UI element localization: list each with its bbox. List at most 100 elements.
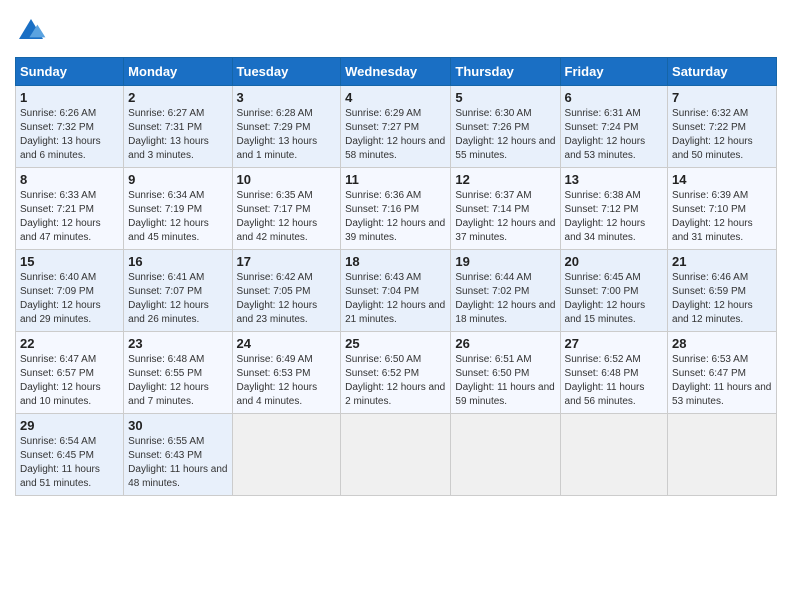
- day-number: 30: [128, 418, 227, 433]
- calendar-week-1: 1 Sunrise: 6:26 AM Sunset: 7:32 PM Dayli…: [16, 86, 777, 168]
- calendar-cell: 8 Sunrise: 6:33 AM Sunset: 7:21 PM Dayli…: [16, 168, 124, 250]
- day-number: 22: [20, 336, 119, 351]
- calendar-cell: 1 Sunrise: 6:26 AM Sunset: 7:32 PM Dayli…: [16, 86, 124, 168]
- day-detail: Sunrise: 6:43 AM Sunset: 7:04 PM Dayligh…: [345, 272, 445, 325]
- calendar-cell: 16 Sunrise: 6:41 AM Sunset: 7:07 PM Dayl…: [124, 250, 232, 332]
- day-detail: Sunrise: 6:50 AM Sunset: 6:52 PM Dayligh…: [345, 354, 445, 407]
- calendar-cell: 4 Sunrise: 6:29 AM Sunset: 7:27 PM Dayli…: [341, 86, 451, 168]
- calendar-cell: 15 Sunrise: 6:40 AM Sunset: 7:09 PM Dayl…: [16, 250, 124, 332]
- day-detail: Sunrise: 6:49 AM Sunset: 6:53 PM Dayligh…: [237, 354, 318, 407]
- col-header-friday: Friday: [560, 58, 668, 86]
- calendar-cell: 30 Sunrise: 6:55 AM Sunset: 6:43 PM Dayl…: [124, 414, 232, 496]
- day-detail: Sunrise: 6:38 AM Sunset: 7:12 PM Dayligh…: [565, 190, 646, 243]
- day-number: 3: [237, 90, 337, 105]
- day-detail: Sunrise: 6:42 AM Sunset: 7:05 PM Dayligh…: [237, 272, 318, 325]
- calendar-cell: 6 Sunrise: 6:31 AM Sunset: 7:24 PM Dayli…: [560, 86, 668, 168]
- col-header-monday: Monday: [124, 58, 232, 86]
- day-number: 1: [20, 90, 119, 105]
- day-number: 18: [345, 254, 446, 269]
- day-number: 28: [672, 336, 772, 351]
- day-detail: Sunrise: 6:40 AM Sunset: 7:09 PM Dayligh…: [20, 272, 101, 325]
- day-number: 19: [455, 254, 555, 269]
- day-number: 17: [237, 254, 337, 269]
- day-detail: Sunrise: 6:41 AM Sunset: 7:07 PM Dayligh…: [128, 272, 209, 325]
- calendar-cell: [668, 414, 777, 496]
- day-detail: Sunrise: 6:28 AM Sunset: 7:29 PM Dayligh…: [237, 108, 318, 161]
- day-number: 24: [237, 336, 337, 351]
- calendar-cell: 9 Sunrise: 6:34 AM Sunset: 7:19 PM Dayli…: [124, 168, 232, 250]
- calendar-cell: [341, 414, 451, 496]
- day-detail: Sunrise: 6:35 AM Sunset: 7:17 PM Dayligh…: [237, 190, 318, 243]
- day-number: 14: [672, 172, 772, 187]
- day-number: 20: [565, 254, 664, 269]
- logo-icon: [15, 15, 47, 47]
- calendar-cell: [232, 414, 341, 496]
- calendar-week-5: 29 Sunrise: 6:54 AM Sunset: 6:45 PM Dayl…: [16, 414, 777, 496]
- day-number: 10: [237, 172, 337, 187]
- calendar-cell: 21 Sunrise: 6:46 AM Sunset: 6:59 PM Dayl…: [668, 250, 777, 332]
- day-detail: Sunrise: 6:31 AM Sunset: 7:24 PM Dayligh…: [565, 108, 646, 161]
- day-detail: Sunrise: 6:39 AM Sunset: 7:10 PM Dayligh…: [672, 190, 753, 243]
- day-detail: Sunrise: 6:37 AM Sunset: 7:14 PM Dayligh…: [455, 190, 555, 243]
- calendar-cell: 24 Sunrise: 6:49 AM Sunset: 6:53 PM Dayl…: [232, 332, 341, 414]
- calendar-cell: 20 Sunrise: 6:45 AM Sunset: 7:00 PM Dayl…: [560, 250, 668, 332]
- day-detail: Sunrise: 6:32 AM Sunset: 7:22 PM Dayligh…: [672, 108, 753, 161]
- day-number: 9: [128, 172, 227, 187]
- day-detail: Sunrise: 6:46 AM Sunset: 6:59 PM Dayligh…: [672, 272, 753, 325]
- day-number: 15: [20, 254, 119, 269]
- day-number: 5: [455, 90, 555, 105]
- calendar-cell: 3 Sunrise: 6:28 AM Sunset: 7:29 PM Dayli…: [232, 86, 341, 168]
- day-detail: Sunrise: 6:26 AM Sunset: 7:32 PM Dayligh…: [20, 108, 101, 161]
- day-number: 8: [20, 172, 119, 187]
- day-detail: Sunrise: 6:29 AM Sunset: 7:27 PM Dayligh…: [345, 108, 445, 161]
- day-detail: Sunrise: 6:53 AM Sunset: 6:47 PM Dayligh…: [672, 354, 771, 407]
- day-detail: Sunrise: 6:52 AM Sunset: 6:48 PM Dayligh…: [565, 354, 645, 407]
- col-header-thursday: Thursday: [451, 58, 560, 86]
- day-detail: Sunrise: 6:27 AM Sunset: 7:31 PM Dayligh…: [128, 108, 209, 161]
- day-detail: Sunrise: 6:36 AM Sunset: 7:16 PM Dayligh…: [345, 190, 445, 243]
- calendar-cell: 10 Sunrise: 6:35 AM Sunset: 7:17 PM Dayl…: [232, 168, 341, 250]
- calendar-cell: [451, 414, 560, 496]
- day-number: 26: [455, 336, 555, 351]
- day-detail: Sunrise: 6:33 AM Sunset: 7:21 PM Dayligh…: [20, 190, 101, 243]
- calendar-cell: 18 Sunrise: 6:43 AM Sunset: 7:04 PM Dayl…: [341, 250, 451, 332]
- day-detail: Sunrise: 6:51 AM Sunset: 6:50 PM Dayligh…: [455, 354, 554, 407]
- calendar-cell: [560, 414, 668, 496]
- calendar-cell: 27 Sunrise: 6:52 AM Sunset: 6:48 PM Dayl…: [560, 332, 668, 414]
- day-number: 16: [128, 254, 227, 269]
- calendar-cell: 28 Sunrise: 6:53 AM Sunset: 6:47 PM Dayl…: [668, 332, 777, 414]
- calendar-cell: 17 Sunrise: 6:42 AM Sunset: 7:05 PM Dayl…: [232, 250, 341, 332]
- day-number: 25: [345, 336, 446, 351]
- col-header-tuesday: Tuesday: [232, 58, 341, 86]
- day-number: 2: [128, 90, 227, 105]
- day-detail: Sunrise: 6:48 AM Sunset: 6:55 PM Dayligh…: [128, 354, 209, 407]
- day-detail: Sunrise: 6:45 AM Sunset: 7:00 PM Dayligh…: [565, 272, 646, 325]
- header-row: SundayMondayTuesdayWednesdayThursdayFrid…: [16, 58, 777, 86]
- day-detail: Sunrise: 6:30 AM Sunset: 7:26 PM Dayligh…: [455, 108, 555, 161]
- calendar-cell: 23 Sunrise: 6:48 AM Sunset: 6:55 PM Dayl…: [124, 332, 232, 414]
- page-header: [15, 15, 777, 47]
- col-header-sunday: Sunday: [16, 58, 124, 86]
- calendar-cell: 2 Sunrise: 6:27 AM Sunset: 7:31 PM Dayli…: [124, 86, 232, 168]
- day-number: 11: [345, 172, 446, 187]
- calendar-week-2: 8 Sunrise: 6:33 AM Sunset: 7:21 PM Dayli…: [16, 168, 777, 250]
- col-header-saturday: Saturday: [668, 58, 777, 86]
- day-number: 4: [345, 90, 446, 105]
- calendar-cell: 14 Sunrise: 6:39 AM Sunset: 7:10 PM Dayl…: [668, 168, 777, 250]
- day-detail: Sunrise: 6:54 AM Sunset: 6:45 PM Dayligh…: [20, 436, 100, 489]
- calendar-cell: 5 Sunrise: 6:30 AM Sunset: 7:26 PM Dayli…: [451, 86, 560, 168]
- day-number: 27: [565, 336, 664, 351]
- calendar-cell: 11 Sunrise: 6:36 AM Sunset: 7:16 PM Dayl…: [341, 168, 451, 250]
- day-detail: Sunrise: 6:44 AM Sunset: 7:02 PM Dayligh…: [455, 272, 555, 325]
- calendar-week-3: 15 Sunrise: 6:40 AM Sunset: 7:09 PM Dayl…: [16, 250, 777, 332]
- calendar-cell: 25 Sunrise: 6:50 AM Sunset: 6:52 PM Dayl…: [341, 332, 451, 414]
- day-number: 21: [672, 254, 772, 269]
- calendar-cell: 7 Sunrise: 6:32 AM Sunset: 7:22 PM Dayli…: [668, 86, 777, 168]
- day-number: 12: [455, 172, 555, 187]
- calendar-cell: 22 Sunrise: 6:47 AM Sunset: 6:57 PM Dayl…: [16, 332, 124, 414]
- calendar-cell: 12 Sunrise: 6:37 AM Sunset: 7:14 PM Dayl…: [451, 168, 560, 250]
- day-number: 23: [128, 336, 227, 351]
- calendar-cell: 13 Sunrise: 6:38 AM Sunset: 7:12 PM Dayl…: [560, 168, 668, 250]
- day-number: 13: [565, 172, 664, 187]
- calendar-week-4: 22 Sunrise: 6:47 AM Sunset: 6:57 PM Dayl…: [16, 332, 777, 414]
